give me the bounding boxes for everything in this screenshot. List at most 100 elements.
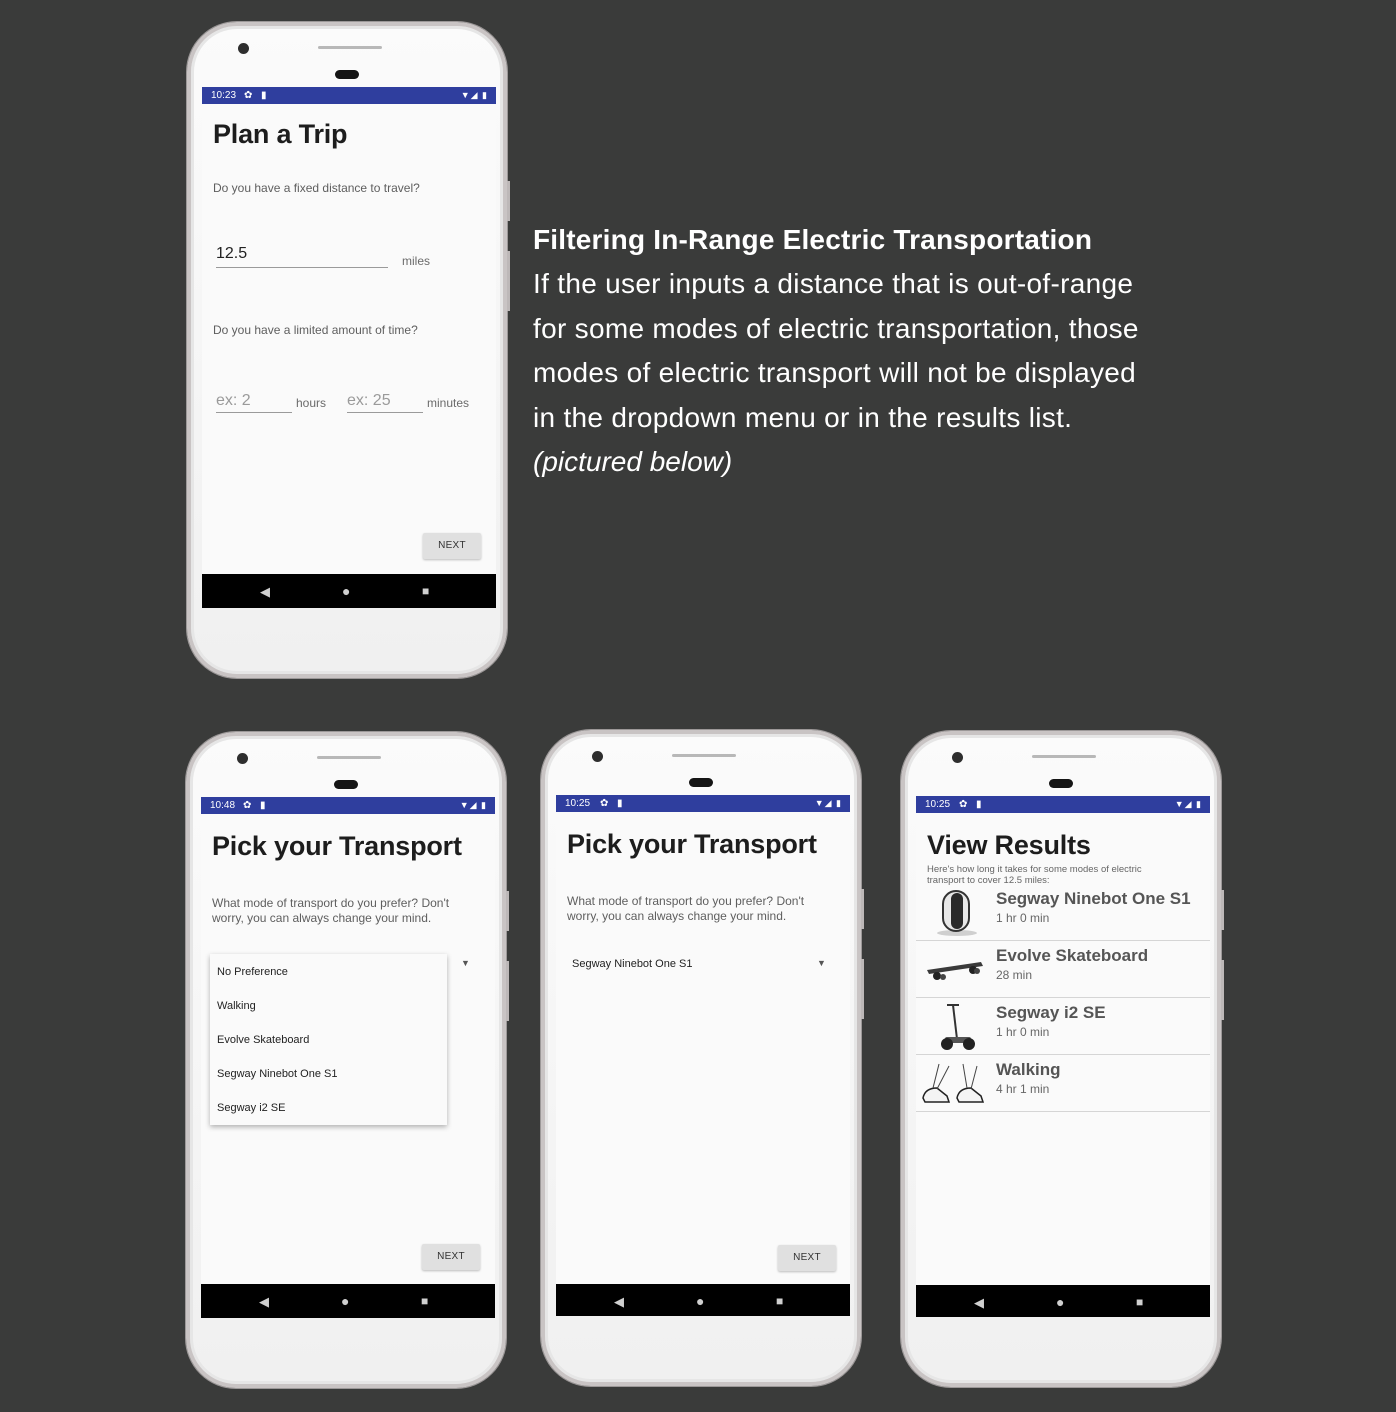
caption-line: If the user inputs a distance that is ou… [533, 268, 1134, 299]
caption-line: modes of electric transport will not be … [533, 357, 1136, 389]
recents-square-icon[interactable]: ■ [776, 1284, 783, 1316]
gear-icon: ✿ [959, 799, 968, 810]
transport-select[interactable]: Segway Ninebot One S1 [572, 958, 692, 970]
recents-square-icon[interactable]: ■ [1136, 1285, 1143, 1317]
result-row[interactable]: Evolve Skateboard 28 min [916, 941, 1210, 998]
caption-heading: Filtering In-Range Electric Transportati… [533, 224, 1093, 255]
volume-button [507, 181, 510, 221]
next-button[interactable]: NEXT [423, 533, 481, 559]
recents-square-icon[interactable]: ■ [422, 574, 429, 608]
hours-unit-label: hours [296, 396, 327, 410]
front-camera [237, 753, 248, 764]
sd-card-icon: ▮ [976, 799, 982, 810]
sd-card-icon: ▮ [261, 90, 267, 101]
wifi-signal-battery-icons: ▼◢ ▮ [459, 800, 487, 810]
back-triangle-icon[interactable]: ◀ [614, 1284, 624, 1316]
phone-screen: 10:25 ✿ ▮ ▼◢ ▮ Pick your Transport What … [556, 795, 850, 1316]
result-row[interactable]: Segway i2 SE 1 hr 0 min [916, 998, 1210, 1055]
volume-button [861, 889, 864, 929]
sd-card-icon: ▮ [617, 798, 623, 809]
minutes-input[interactable]: ex: 25 [347, 392, 423, 413]
hours-input[interactable]: ex: 2 [216, 392, 292, 413]
front-camera [592, 751, 603, 762]
distance-input[interactable]: 12.5 [216, 245, 388, 268]
result-row[interactable]: Walking 4 hr 1 min [916, 1055, 1210, 1112]
chevron-down-icon[interactable]: ▼ [817, 958, 826, 968]
distance-unit-label: miles [402, 254, 431, 268]
back-triangle-icon[interactable]: ◀ [974, 1285, 984, 1317]
chevron-down-icon[interactable]: ▼ [461, 958, 470, 968]
skateboard-image [927, 962, 983, 980]
result-name: Segway i2 SE [996, 1003, 1106, 1022]
page-title: Plan a Trip [213, 119, 348, 149]
proximity-sensor [335, 70, 359, 79]
dropdown-option[interactable]: Evolve Skateboard [217, 1034, 309, 1046]
phone-screen: 10:23 ✿ ▮ ▼◢ ▮ Plan a Trip Do you have a… [202, 87, 496, 608]
power-button [1221, 960, 1224, 1020]
result-name: Evolve Skateboard [996, 946, 1149, 965]
subtitle-line: Here's how long it takes for some modes … [927, 864, 1142, 875]
next-button[interactable]: NEXT [778, 1245, 836, 1271]
wifi-signal-battery-icons: ▼◢ ▮ [814, 798, 842, 808]
home-circle-icon[interactable]: ● [342, 574, 350, 608]
results-subtitle: Here's how long it takes for some modes … [927, 864, 1142, 886]
wifi-signal-battery-icons: ▼◢ ▮ [460, 90, 488, 100]
status-bar: 10:23 ✿ ▮ ▼◢ ▮ [202, 87, 496, 104]
phone-screen: 10:25 ✿ ▮ ▼◢ ▮ View Results Here's how l… [916, 796, 1210, 1317]
phone-view-results: 10:25 ✿ ▮ ▼◢ ▮ View Results Here's how l… [901, 731, 1224, 1387]
phone-screen: 10:48 ✿ ▮ ▼◢ ▮ Pick your Transport What … [201, 797, 495, 1318]
speaker-grille [1032, 755, 1096, 758]
dropdown-option[interactable]: Walking [217, 1000, 256, 1012]
page-title: Pick your Transport [212, 831, 462, 861]
result-time: 28 min [996, 968, 1033, 982]
distance-question: Do you have a fixed distance to travel? [213, 181, 420, 195]
unicycle-image [937, 890, 977, 936]
caption-note: (pictured below) [533, 446, 733, 478]
gear-icon: ✿ [600, 798, 609, 809]
prompt-line: worry, you can always change your mind. [212, 911, 432, 925]
phone-pick-transport-open: 10:48 ✿ ▮ ▼◢ ▮ Pick your Transport What … [186, 732, 509, 1388]
status-time: 10:25 [925, 799, 951, 810]
back-triangle-icon[interactable]: ◀ [259, 1284, 269, 1318]
status-time: 10:25 [565, 798, 591, 809]
prompt-line: What mode of transport do you prefer? Do… [567, 894, 805, 908]
transport-prompt: What mode of transport do you prefer? Do… [212, 896, 449, 926]
result-time: 1 hr 0 min [996, 1025, 1050, 1039]
time-question: Do you have a limited amount of time? [213, 323, 418, 337]
result-name: Walking [996, 1060, 1061, 1079]
sd-card-icon: ▮ [260, 800, 266, 811]
next-button[interactable]: NEXT [422, 1244, 480, 1270]
speaker-grille [318, 46, 382, 49]
status-bar: 10:25 ✿ ▮ ▼◢ ▮ [556, 795, 850, 812]
volume-button [506, 891, 509, 931]
back-triangle-icon[interactable]: ◀ [260, 574, 270, 608]
result-time: 1 hr 0 min [996, 911, 1050, 925]
caption-line: for some modes of electric transportatio… [533, 312, 1139, 344]
home-circle-icon[interactable]: ● [696, 1284, 704, 1316]
navigation-bar: ◀ ● ■ [916, 1285, 1210, 1317]
result-time: 4 hr 1 min [996, 1082, 1050, 1096]
home-circle-icon[interactable]: ● [341, 1284, 349, 1318]
proximity-sensor [1049, 779, 1073, 788]
sneakers-image [922, 1063, 985, 1103]
proximity-sensor [689, 778, 713, 787]
dropdown-option[interactable]: No Preference [217, 966, 288, 978]
speaker-grille [672, 754, 736, 757]
page-title: View Results [927, 830, 1091, 860]
minutes-unit-label: minutes [427, 396, 470, 410]
recents-square-icon[interactable]: ■ [421, 1284, 428, 1318]
navigation-bar: ◀ ● ■ [201, 1284, 495, 1318]
caption-line: in the dropdown menu or in the results l… [533, 401, 1073, 433]
gear-icon: ✿ [244, 90, 253, 101]
status-bar: 10:25 ✿ ▮ ▼◢ ▮ [916, 796, 1210, 813]
prompt-line: What mode of transport do you prefer? Do… [212, 896, 450, 910]
home-circle-icon[interactable]: ● [1056, 1285, 1064, 1317]
dropdown-option[interactable]: Segway i2 SE [217, 1102, 285, 1114]
segway-image [941, 1004, 975, 1050]
dropdown-option[interactable]: Segway Ninebot One S1 [217, 1068, 337, 1080]
page-title: Pick your Transport [567, 829, 817, 859]
status-bar: 10:48 ✿ ▮ ▼◢ ▮ [201, 797, 495, 814]
navigation-bar: ◀ ● ■ [556, 1284, 850, 1316]
result-row[interactable]: Segway Ninebot One S1 1 hr 0 min [916, 884, 1210, 941]
transport-prompt: What mode of transport do you prefer? Do… [567, 894, 804, 924]
